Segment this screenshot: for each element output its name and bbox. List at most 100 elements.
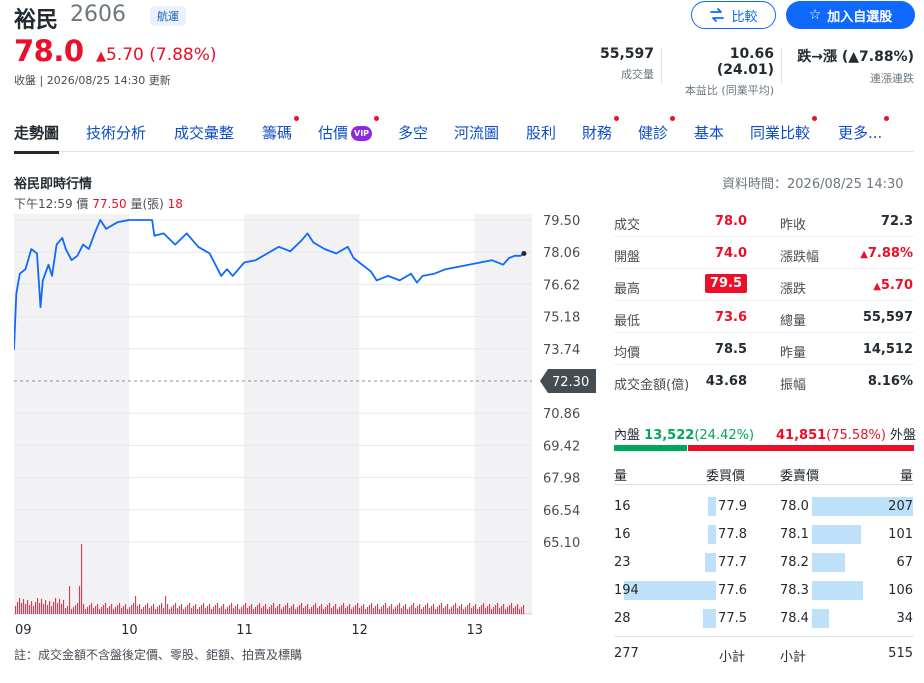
tab-finance[interactable]: 財務 xyxy=(582,116,620,143)
volume-bar xyxy=(401,608,403,614)
stock-name: 裕民 xyxy=(14,8,59,33)
volume-bar xyxy=(71,609,73,614)
outer-ratio-bar xyxy=(688,445,914,451)
volume-bar xyxy=(407,609,409,614)
bid-volume: 16 xyxy=(614,527,631,542)
volume-bar xyxy=(155,609,157,614)
compare-button[interactable]: 比較 xyxy=(691,1,776,29)
tab-peers[interactable]: 同業比較 xyxy=(750,116,818,143)
tab-river[interactable]: 河流圖 xyxy=(454,122,499,143)
bid-price[interactable]: 77.7 xyxy=(700,555,747,570)
volume-bar xyxy=(217,603,219,614)
volume-bar xyxy=(333,606,335,614)
tab-technical[interactable]: 技術分析 xyxy=(86,122,146,143)
divider xyxy=(614,484,914,485)
volume-bar xyxy=(153,604,155,614)
volume-bar xyxy=(327,605,329,614)
volume-bar xyxy=(357,603,359,614)
ask-price[interactable]: 78.2 xyxy=(780,555,809,570)
volume-bar xyxy=(435,609,437,614)
ask-volume: 207 xyxy=(888,499,913,514)
volume-bar xyxy=(455,603,457,614)
volume-bar xyxy=(191,608,193,614)
volume-bar xyxy=(447,604,449,614)
volume-bar xyxy=(213,607,215,614)
volume-bar xyxy=(353,607,355,614)
bid-volume: 16 xyxy=(614,499,631,514)
volume-bar xyxy=(285,605,287,614)
new-dot-icon xyxy=(294,116,300,121)
volume-bar xyxy=(495,605,497,614)
quote-label: 均價 xyxy=(614,346,641,361)
new-dot-icon xyxy=(812,116,818,121)
ask-price[interactable]: 78.4 xyxy=(780,611,809,626)
ask-total-label: 小計 xyxy=(780,650,807,665)
y-tick-label: 70.86 xyxy=(543,407,580,422)
volume-bar xyxy=(31,601,33,614)
intraday-chart[interactable]: 79.50 78.06 76.62 75.18 73.74 70.86 69.42 67.98… xyxy=(14,212,600,642)
volume-bar xyxy=(79,586,81,614)
ask-price[interactable]: 78.1 xyxy=(780,527,809,542)
high-value: 79.5 xyxy=(704,274,747,293)
bid-price[interactable]: 77.9 xyxy=(700,499,747,514)
volume-bar xyxy=(289,608,291,614)
volume-bar xyxy=(449,609,451,614)
volume-bar xyxy=(149,608,151,614)
quote-value-text: 5.70 xyxy=(880,278,913,293)
volume-bar xyxy=(297,607,299,614)
volume-bar xyxy=(257,605,259,614)
volume-bar xyxy=(373,608,375,614)
volume-bar xyxy=(67,606,69,614)
add-watchlist-button[interactable]: ☆ 加入自選股 xyxy=(786,1,915,29)
tab-bar: 走勢圖 技術分析 成交彙整 籌碼 估價 VIP 多空 河流圖 股利 財務 健診 基… xyxy=(14,116,914,154)
tab-bullbear[interactable]: 多空 xyxy=(398,122,428,143)
volume-bar xyxy=(105,603,107,614)
current-price: 78.0 xyxy=(14,34,84,68)
ask-price[interactable]: 78.3 xyxy=(780,583,809,598)
tab-basic[interactable]: 基本 xyxy=(694,122,724,143)
volume-bar xyxy=(389,606,391,614)
volume-bar xyxy=(501,606,503,614)
volume-bar xyxy=(251,604,253,614)
tab-trend[interactable]: 走勢圖 xyxy=(14,122,60,154)
price-change-value: 5.70 (7.88%) xyxy=(106,45,217,65)
new-dot-icon xyxy=(614,116,620,121)
tab-health[interactable]: 健診 xyxy=(638,116,676,143)
volume-bar xyxy=(255,607,257,614)
tab-more[interactable]: 更多... xyxy=(838,116,890,143)
volume-bar xyxy=(301,603,303,614)
volume-bar xyxy=(91,603,93,614)
volume-bar xyxy=(325,607,327,614)
sector-badge[interactable]: 航運 xyxy=(150,6,186,26)
volume-bar xyxy=(433,604,435,614)
bid-price[interactable]: 77.6 xyxy=(700,583,747,598)
volume-bar xyxy=(509,605,511,614)
volume-bar xyxy=(207,606,209,614)
bid-price[interactable]: 77.5 xyxy=(700,611,747,626)
volume-bar xyxy=(195,604,197,614)
quote-value: 72.3 xyxy=(880,214,913,229)
chart-info: 下午12:59 價 77.50 量(張) 18 xyxy=(14,195,183,212)
ask-price[interactable]: 78.0 xyxy=(780,499,809,514)
ob-header: 量 xyxy=(900,469,914,484)
tab-valuation[interactable]: 估價 VIP xyxy=(318,116,380,143)
volume-bar xyxy=(225,609,227,614)
volume-bar xyxy=(65,608,67,614)
volume-bar xyxy=(99,609,101,614)
volume-bar xyxy=(461,604,463,614)
volume-bar xyxy=(15,606,17,614)
bid-price[interactable]: 77.8 xyxy=(700,527,747,542)
tab-label: 估價 xyxy=(318,124,349,142)
tab-dividend[interactable]: 股利 xyxy=(526,122,556,143)
volume-bar xyxy=(179,606,181,614)
volume-bar xyxy=(183,609,185,614)
tab-trades[interactable]: 成交彙整 xyxy=(174,122,234,143)
divider xyxy=(614,636,914,637)
tab-chips[interactable]: 籌碼 xyxy=(262,116,300,143)
y-tick-label: 66.54 xyxy=(543,504,580,519)
new-dot-icon xyxy=(670,116,676,121)
volume-bar xyxy=(485,608,487,614)
ob-header: 量 xyxy=(614,469,628,484)
volume-bar xyxy=(259,603,261,614)
volume-bar xyxy=(365,609,367,614)
